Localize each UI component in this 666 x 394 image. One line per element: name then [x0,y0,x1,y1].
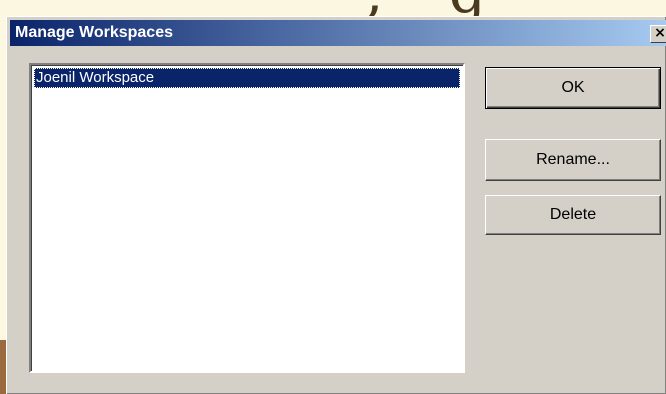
list-item-label: Joenil Workspace [36,69,155,86]
ok-button[interactable]: OK [485,67,661,109]
page: ˄, ˍg Manage Workspaces × Joenil Workspa… [0,0,666,394]
close-icon: × [654,25,666,41]
workspace-list[interactable]: Joenil Workspace [29,63,465,373]
dialog-titlebar[interactable]: Manage Workspaces × [10,20,666,46]
manage-workspaces-dialog: Manage Workspaces × Joenil Workspace OK … [6,16,666,394]
rename-button[interactable]: Rename... [485,139,661,181]
delete-button[interactable]: Delete [485,195,661,235]
close-button[interactable]: × [650,25,666,43]
list-item-workspace[interactable]: Joenil Workspace [34,68,460,88]
dialog-title: Manage Workspaces [15,24,173,41]
